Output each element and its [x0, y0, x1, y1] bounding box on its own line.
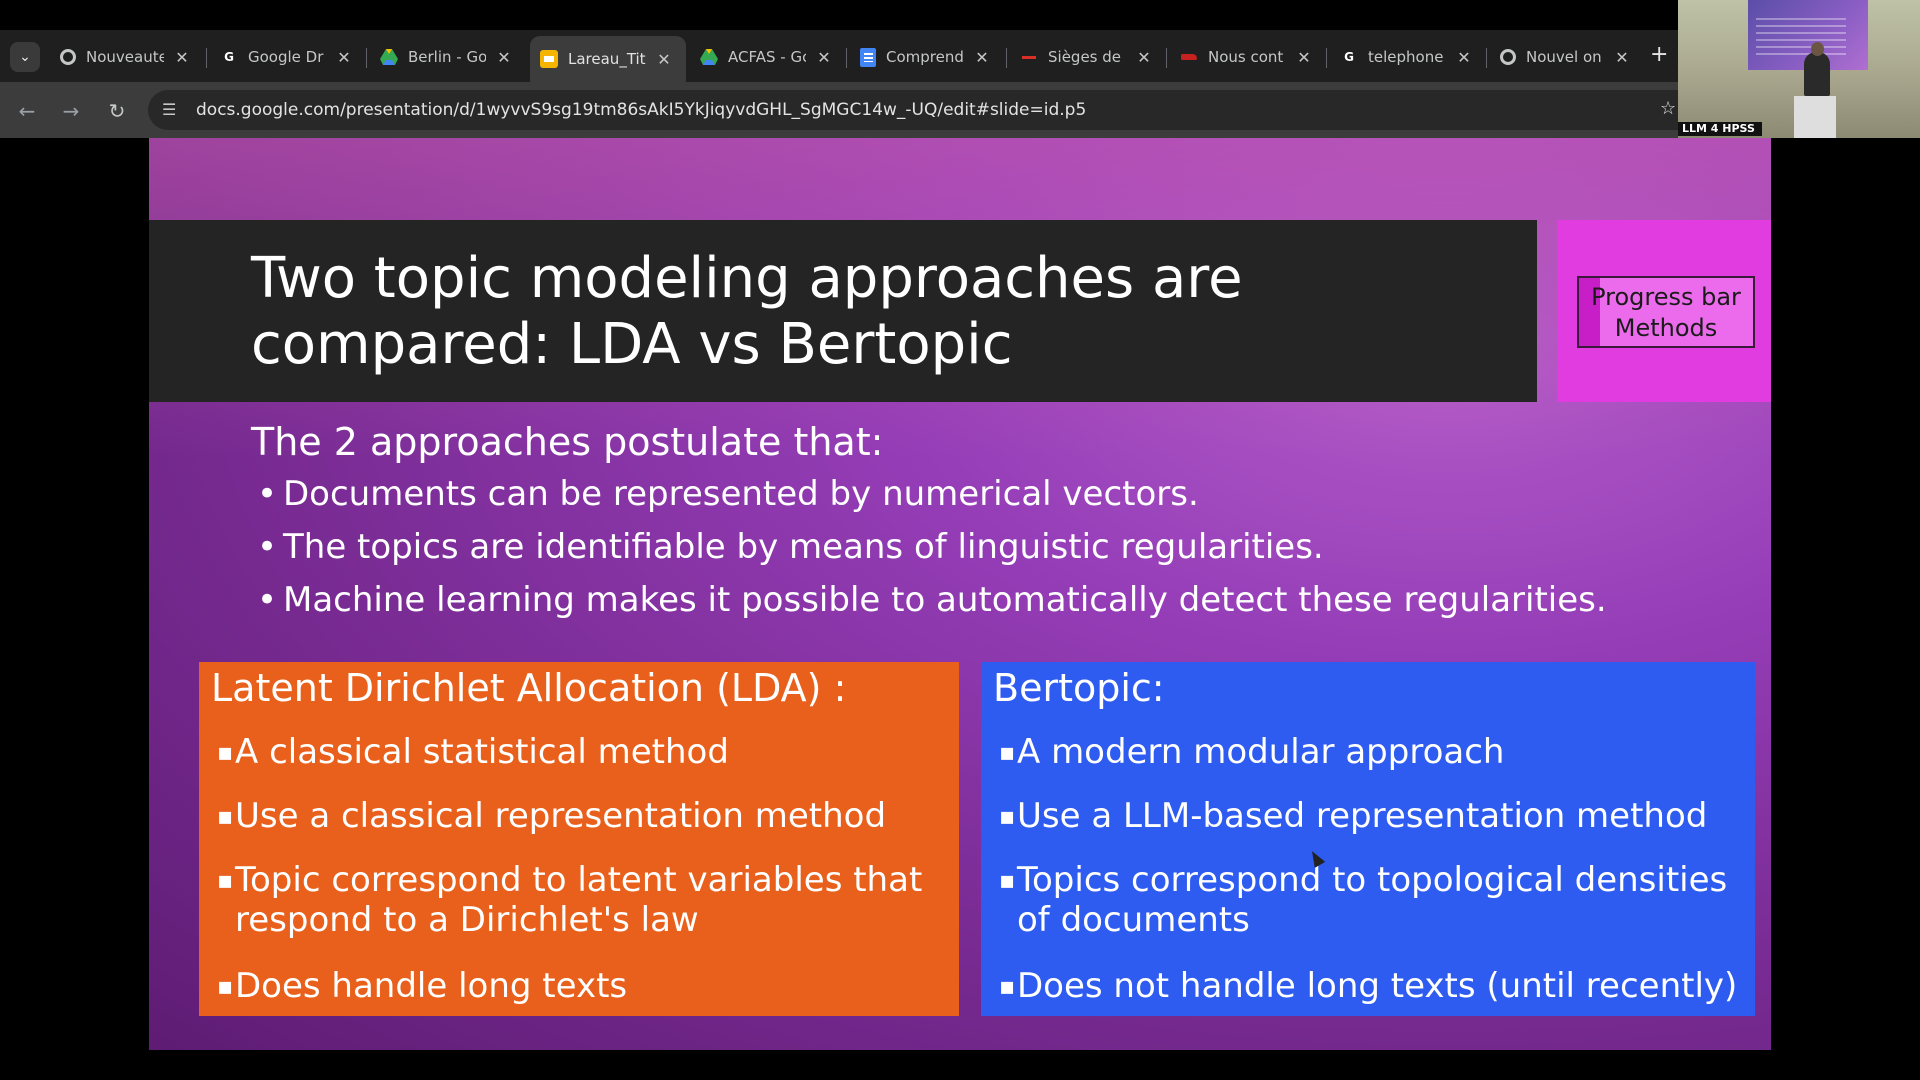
drive-icon	[380, 48, 398, 66]
close-icon[interactable]: ✕	[1454, 48, 1474, 67]
tab-berlin[interactable]: Berlin - Go ✕	[370, 38, 514, 76]
reload-icon[interactable]: ↻	[104, 98, 130, 124]
tab-label: Comprend	[886, 48, 964, 66]
tab-divider	[1166, 48, 1167, 68]
progress-bar-label: Progress bar Methods	[1579, 282, 1753, 344]
close-icon[interactable]: ✕	[172, 48, 192, 67]
docs-icon	[860, 47, 876, 67]
tab-telephone[interactable]: G telephone ✕	[1330, 38, 1474, 76]
slides-icon	[540, 50, 558, 68]
back-arrow-icon[interactable]: ←	[14, 98, 40, 124]
postulate-list: • Documents can be represented by numeric…	[257, 474, 1607, 633]
tab-label: Nous cont	[1208, 48, 1284, 66]
tab-divider	[1326, 48, 1327, 68]
url-field[interactable]: ☰ docs.google.com/presentation/d/1wyvvS9…	[148, 90, 1678, 130]
tab-divider	[1006, 48, 1007, 68]
slide-title-box: Two topic modeling approaches are compar…	[149, 220, 1537, 402]
slide-title: Two topic modeling approaches are compar…	[251, 246, 1243, 377]
presenter-figure	[1804, 52, 1830, 96]
tab-google-drive[interactable]: G Google Dr ✕	[210, 38, 354, 76]
tab-nouvel-on[interactable]: Nouvel on ✕	[1490, 38, 1632, 76]
close-icon[interactable]: ✕	[494, 48, 514, 67]
tab-divider	[206, 48, 207, 68]
close-icon[interactable]: ✕	[814, 48, 834, 67]
new-tab-button[interactable]: +	[1650, 42, 1668, 67]
close-icon[interactable]: ✕	[1134, 48, 1154, 67]
podium	[1794, 96, 1836, 138]
tab-comprend[interactable]: Comprend ✕	[850, 38, 992, 76]
list-item: • The topics are identifiable by means of…	[257, 527, 1324, 567]
close-icon[interactable]: ✕	[654, 50, 674, 69]
bertopic-item: Use a LLM-based representation method	[999, 796, 1739, 836]
window-top-strip	[0, 0, 1920, 30]
presentation-slide: Two topic modeling approaches are compar…	[149, 138, 1771, 1050]
progress-bar-line1: Progress bar	[1591, 283, 1741, 311]
list-item: • Documents can be represented by numeric…	[257, 474, 1199, 514]
tab-label: Lareau_Titl	[568, 50, 646, 68]
google-icon: G	[1344, 50, 1354, 64]
list-item: • Machine learning makes it possible to a…	[257, 580, 1607, 620]
video-label: LLM 4 HPSS	[1678, 122, 1762, 136]
progress-bar-box: Progress bar Methods	[1557, 220, 1771, 402]
close-icon[interactable]: ✕	[334, 48, 354, 67]
intro-text: The 2 approaches postulate that:	[251, 420, 884, 464]
projected-text-lines	[1756, 18, 1846, 58]
progress-bar: Progress bar Methods	[1577, 276, 1755, 348]
tab-label: Berlin - Go	[408, 48, 486, 66]
chevron-down-icon: ⌄	[19, 49, 31, 65]
tab-label: Nouveaute	[86, 48, 164, 66]
lda-item: Topic correspond to latent variables tha…	[217, 860, 957, 940]
tab-label: Sièges de	[1048, 48, 1122, 66]
tab-label: telephone	[1368, 48, 1444, 66]
lda-item: A classical statistical method	[217, 732, 957, 772]
chrome-icon	[60, 49, 76, 65]
lda-card-title: Latent Dirichlet Allocation (LDA) :	[211, 666, 847, 710]
bertopic-card: Bertopic: A modern modular approach Use …	[981, 662, 1755, 1016]
close-icon[interactable]: ✕	[972, 48, 992, 67]
chrome-icon	[1500, 49, 1516, 65]
tab-sieges[interactable]: Sièges de ✕	[1010, 38, 1154, 76]
red-dash-icon	[1020, 48, 1038, 66]
lda-card: Latent Dirichlet Allocation (LDA) : A cl…	[199, 662, 959, 1016]
address-bar: ← → ↻ ☰ docs.google.com/presentation/d/1…	[0, 82, 1678, 138]
google-icon: G	[224, 50, 234, 64]
tab-search-button[interactable]: ⌄	[10, 42, 40, 72]
tab-nouveaute[interactable]: Nouveaute ✕	[50, 38, 192, 76]
tab-divider	[366, 48, 367, 68]
bertopic-item: Topics correspond to topological densiti…	[999, 860, 1739, 940]
lda-item: Use a classical representation method	[217, 796, 957, 836]
tab-nous-cont[interactable]: Nous cont ✕	[1170, 38, 1314, 76]
drive-icon	[700, 48, 718, 66]
red-logo-icon	[1180, 48, 1198, 66]
url-text[interactable]: docs.google.com/presentation/d/1wyvvS9sg…	[196, 100, 1086, 120]
forward-arrow-icon[interactable]: →	[58, 98, 84, 124]
tab-divider	[846, 48, 847, 68]
bertopic-item: Does not handle long texts (until recent…	[999, 966, 1739, 1006]
site-settings-icon[interactable]: ☰	[162, 100, 176, 119]
tab-label: Google Dr	[248, 48, 324, 66]
bertopic-card-title: Bertopic:	[993, 666, 1165, 710]
presenter-head	[1811, 42, 1824, 56]
tab-lareau-slides[interactable]: Lareau_Titl ✕	[530, 36, 686, 82]
tab-strip: ⌄ Nouveaute ✕ G Google Dr ✕ Berlin - Go …	[0, 30, 1678, 82]
bertopic-item: A modern modular approach	[999, 732, 1739, 772]
tab-divider	[1486, 48, 1487, 68]
close-icon[interactable]: ✕	[1294, 48, 1314, 67]
tab-label: Nouvel on	[1526, 48, 1602, 66]
progress-bar-line2: Methods	[1614, 314, 1718, 342]
bookmark-star-icon[interactable]: ☆	[1660, 98, 1676, 119]
lda-item: Does handle long texts	[217, 966, 957, 1006]
speaker-video-thumbnail: LLM 4 HPSS	[1678, 0, 1920, 138]
tab-acfas[interactable]: ACFAS - Gc ✕	[690, 38, 834, 76]
close-icon[interactable]: ✕	[1612, 48, 1632, 67]
tab-label: ACFAS - Gc	[728, 48, 806, 66]
